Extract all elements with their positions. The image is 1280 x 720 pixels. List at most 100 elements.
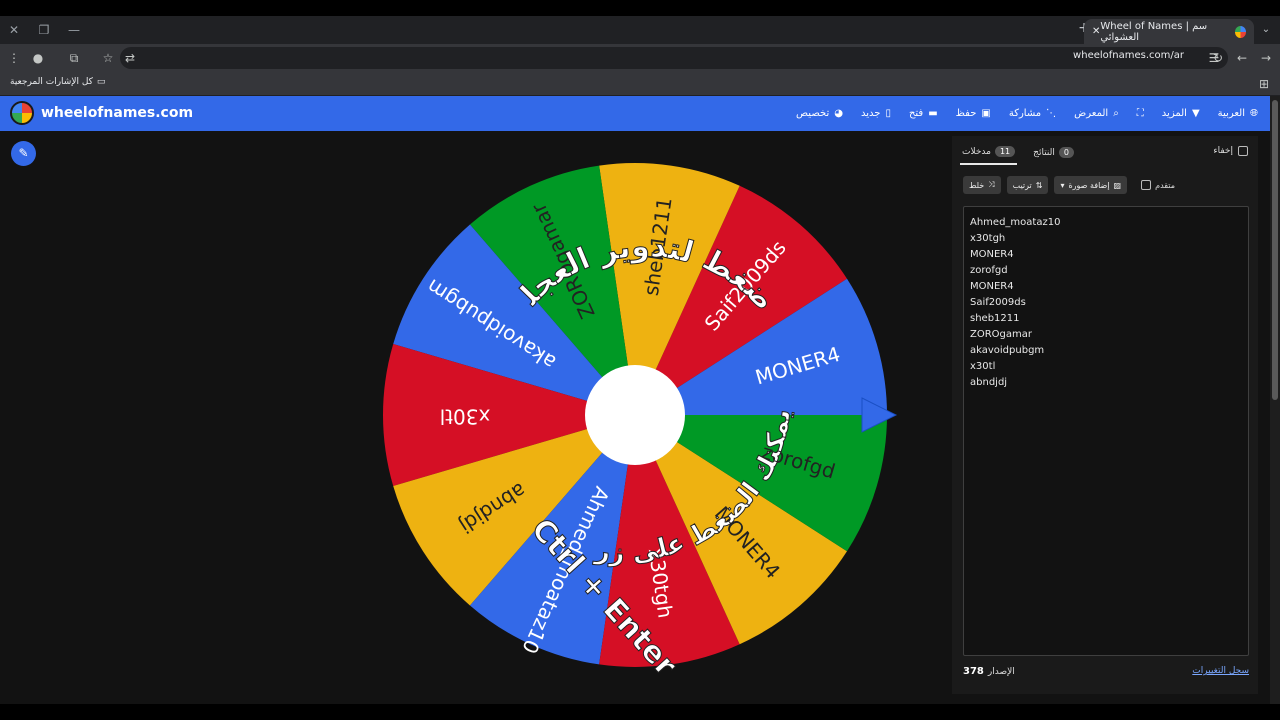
all-bookmarks[interactable]: كل الإشارات المرجعية ▭ (10, 77, 105, 87)
menu-open-label: فتح (908, 108, 924, 119)
version-number: 378 (963, 666, 984, 677)
entry-line: Saif2009ds (970, 297, 1026, 308)
add-image-label: إضافة صورة (1068, 180, 1110, 190)
page-scrollbar[interactable] (1270, 96, 1280, 704)
forward-icon[interactable]: → (1256, 48, 1276, 68)
site-header: wheelofnames.com 🌐︎ العربية ▼ المزيد ⛶ ⌕ ال… (0, 96, 1270, 131)
entry-line: sheb1211 (970, 313, 1020, 324)
version-info: 378 الإصدار (963, 666, 1015, 677)
browser-tab-strip: ✕ ❐ — + ✕ Wheel of Names | سم العشوائي ⌄ (0, 16, 1280, 44)
header-menu: 🌐︎ العربية ▼ المزيد ⛶ ⌕ المعرض ⋰ مشاركة ▣ حفظ… (796, 96, 1258, 131)
wheel-segment-label: x30tl (440, 405, 491, 429)
panel-footer: 378 الإصدار سجل التغييرات (963, 666, 1249, 677)
advanced-checkbox[interactable] (1141, 180, 1152, 190)
share-icon: ⋰ (1046, 108, 1057, 119)
wheel-center[interactable] (585, 365, 685, 465)
entry-line: Ahmed_moataz10 (970, 217, 1061, 228)
restore-window-icon[interactable]: ❐ (34, 20, 54, 40)
hide-checkbox[interactable] (1238, 146, 1248, 156)
omnibox[interactable]: ☆ ⇄ ☰ (103, 47, 1228, 69)
menu-language[interactable]: 🌐︎ العربية (1218, 108, 1258, 119)
entries-count-badge: 11 (994, 146, 1016, 157)
wheel-container[interactable]: Saif2009ds sheb1211 ZOROgamar akavoidpubgm x… (369, 133, 900, 684)
entry-line: x30tgh (970, 233, 1006, 244)
menu-more-label: المزيد (1161, 108, 1187, 119)
bookmarks-label: كل الإشارات المرجعية (10, 77, 93, 87)
favicon-icon (1235, 25, 1246, 38)
version-label: الإصدار (987, 666, 1015, 677)
new-file-icon: ▯ (885, 108, 891, 119)
palette-icon: ◕ (834, 108, 843, 119)
wheel[interactable]: Saif2009dssheb1211ZOROgamarakavoidpubgmx… (369, 133, 900, 684)
menu-new[interactable]: ▯ جديد (861, 108, 891, 119)
menu-gallery[interactable]: ⌕ المعرض (1074, 108, 1119, 119)
sort-icon: ⇅ (1035, 180, 1043, 190)
menu-customize[interactable]: ◕ تخصيص (796, 108, 843, 119)
tab-search-icon[interactable]: ⌄ (1256, 20, 1276, 40)
entry-line: x30tl (970, 361, 996, 372)
hide-label: إخفاء (1213, 146, 1233, 156)
globe-icon: 🌐︎ (1250, 108, 1258, 119)
fullscreen-icon: ⛶ (1136, 108, 1144, 119)
changelog-link[interactable]: سجل التغييرات (1192, 666, 1249, 677)
menu-more[interactable]: ▼ المزيد (1162, 108, 1200, 119)
save-icon: ▣ (981, 108, 991, 119)
edit-pencil-button[interactable]: ✎ (11, 141, 36, 166)
folder-open-icon: ▬ (928, 108, 938, 119)
entries-textarea[interactable]: Ahmed_moataz10 x30tgh MONER4 zorofgd MON… (963, 206, 1249, 656)
reload-icon[interactable]: ↻ (1208, 48, 1228, 68)
sort-button[interactable]: ترتيب ⇅ (1006, 176, 1049, 194)
os-top-bar (0, 0, 1280, 16)
back-icon[interactable]: ← (1232, 48, 1252, 68)
tab-results[interactable]: النتائج 0 (1031, 142, 1076, 165)
shuffle-button[interactable]: خلط ⤨ (963, 176, 1001, 194)
menu-save[interactable]: ▣ حفظ (956, 108, 991, 119)
bookmarks-bar: كل الإشارات المرجعية ▭ ⊞ (0, 72, 1280, 96)
minimize-window-icon[interactable]: — (64, 20, 84, 40)
entry-line: abndjdj (970, 377, 1008, 388)
image-icon: ▨ (1113, 180, 1122, 190)
os-bottom-bar (0, 704, 1280, 720)
tab-entries[interactable]: مدخلات 11 (960, 142, 1018, 165)
url-text[interactable]: wheelofnames.com/ar (1073, 50, 1184, 61)
browser-tab[interactable]: ✕ Wheel of Names | سم العشوائي (1084, 19, 1254, 44)
entry-line: zorofgd (970, 265, 1008, 276)
sort-label: ترتيب (1012, 180, 1032, 190)
extensions-icon[interactable]: ⧉ (64, 48, 84, 68)
add-image-button[interactable]: ▾ إضافة صورة ▨ (1054, 176, 1128, 194)
advanced-label: متقدم (1155, 180, 1176, 190)
scrollbar-thumb[interactable] (1272, 100, 1278, 400)
advanced-toggle[interactable]: متقدم (1141, 180, 1175, 190)
entries-panel: مدخلات 11 النتائج 0 إخفاء خلط ⤨ ترتيب ⇅ ▾ إ… (952, 136, 1258, 694)
chevron-down-icon: ▾ (1060, 180, 1065, 190)
search-icon: ⌕ (1113, 108, 1119, 119)
results-count-badge: 0 (1058, 147, 1074, 158)
close-tab-icon[interactable]: ✕ (1092, 26, 1100, 37)
menu-fullscreen[interactable]: ⛶ (1137, 108, 1144, 119)
hide-toggle[interactable]: إخفاء (1213, 146, 1248, 156)
menu-open[interactable]: ▬ فتح (909, 108, 938, 119)
menu-language-label: العربية (1217, 108, 1245, 119)
menu-icon[interactable]: ⋮ (4, 48, 24, 68)
folder-icon: ▭ (96, 77, 106, 87)
shuffle-label: خلط (969, 180, 985, 190)
apps-icon[interactable]: ⊞ (1254, 74, 1274, 94)
bookmark-star-icon[interactable]: ☆ (98, 48, 118, 68)
pencil-icon: ✎ (18, 146, 29, 160)
brand-title[interactable]: wheelofnames.com (41, 105, 193, 121)
panel-tabs: مدخلات 11 النتائج 0 (960, 142, 1076, 165)
translate-icon[interactable]: ⇄ (120, 48, 140, 68)
wheel-logo-icon[interactable] (10, 101, 34, 125)
address-bar: ⋮ ● ⧉ ☆ ⇄ ☰ wheelofnames.com/ar ↻ ← → (0, 44, 1280, 72)
entries-toolbar: خلط ⤨ ترتيب ⇅ ▾ إضافة صورة ▨ متقدم (963, 176, 1175, 194)
entry-line: akavoidpubgm (970, 345, 1045, 356)
tab-title: Wheel of Names | سم العشوائي (1100, 20, 1208, 43)
tab-entries-label: مدخلات (962, 146, 991, 157)
menu-share-label: مشاركة (1008, 108, 1042, 119)
profile-icon[interactable]: ● (28, 48, 48, 68)
entry-line: MONER4 (970, 281, 1014, 292)
menu-share[interactable]: ⋰ مشاركة (1009, 108, 1056, 119)
close-window-icon[interactable]: ✕ (4, 20, 24, 40)
menu-new-label: جديد (860, 108, 881, 119)
shuffle-icon: ⤨ (988, 180, 995, 189)
